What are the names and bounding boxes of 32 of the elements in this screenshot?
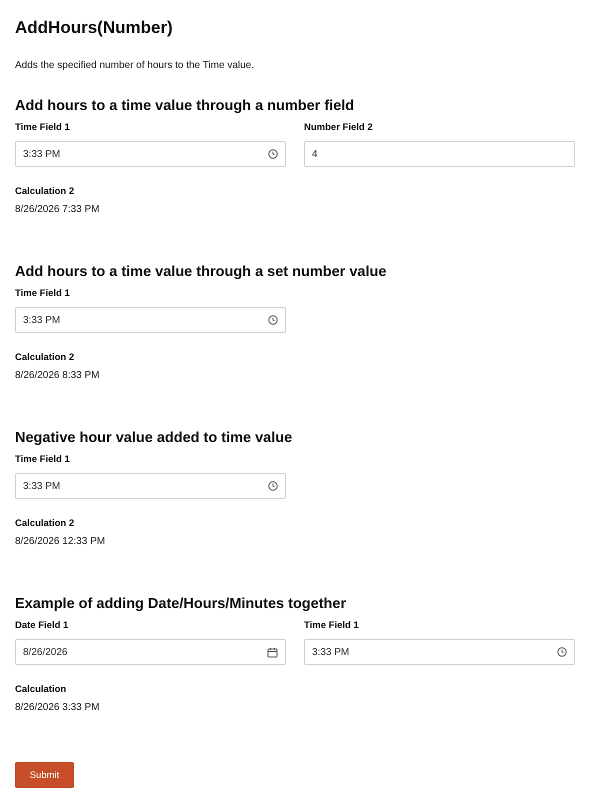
page-title: AddHours(Number) xyxy=(15,18,174,38)
result-label: Calculation 2 xyxy=(15,518,76,530)
clock-icon[interactable] xyxy=(557,647,567,657)
field-label: Time Field 1 xyxy=(304,620,360,632)
section-heading: Negative hour value added to time value xyxy=(15,429,294,447)
result-label: Calculation xyxy=(15,684,68,696)
submit-button[interactable]: Submit xyxy=(15,762,74,788)
clock-icon[interactable] xyxy=(268,315,278,325)
clock-icon[interactable] xyxy=(268,149,278,159)
number-field[interactable]: 4 xyxy=(304,141,575,167)
section-heading: Add hours to a time value through a number field xyxy=(15,97,356,115)
result-value: 8/26/2026 8:33 PM xyxy=(15,370,101,381)
field-label: Time Field 1 xyxy=(15,122,71,134)
section-heading: Example of adding Date/Hours/Minutes together xyxy=(15,595,348,613)
time-field[interactable]: 3:33 PM xyxy=(15,141,286,167)
calendar-icon[interactable] xyxy=(267,646,278,658)
result-value: 8/26/2026 12:33 PM xyxy=(15,536,106,547)
time-field[interactable]: 3:33 PM xyxy=(15,307,286,333)
field-label: Time Field 1 xyxy=(15,288,71,300)
time-field[interactable]: 3:33 PM xyxy=(15,473,286,499)
result-value: 8/26/2026 3:33 PM xyxy=(15,702,101,713)
section-heading: Add hours to a time value through a set number value xyxy=(15,263,388,281)
result-value: 8/26/2026 7:33 PM xyxy=(15,204,101,215)
result-label: Calculation 2 xyxy=(15,186,76,198)
field-label: Number Field 2 xyxy=(304,122,374,134)
field-label: Date Field 1 xyxy=(15,620,70,632)
clock-icon[interactable] xyxy=(268,481,278,491)
description-text: Adds the specified number of hours to the Time value. xyxy=(15,60,256,71)
field-label: Time Field 1 xyxy=(15,454,71,466)
date-field[interactable]: 8/26/2026 xyxy=(15,639,286,665)
result-label: Calculation 2 xyxy=(15,352,76,364)
time-field[interactable]: 3:33 PM xyxy=(304,639,575,665)
